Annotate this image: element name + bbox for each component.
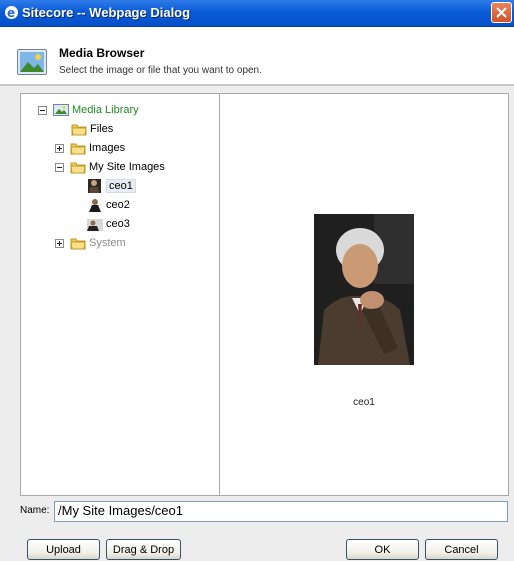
dialog-subtitle: Select the image or file that you want t… [59,65,262,76]
folder-icon [71,124,87,136]
tree-item-files[interactable]: Files [71,121,113,137]
dialog-title: Media Browser [59,46,145,60]
svg-text:e: e [7,6,15,20]
window-titlebar: e Sitecore -- Webpage Dialog [0,0,514,27]
media-preview-panel: ceo1 [219,93,509,496]
media-library-icon [53,104,69,116]
tree-item-images[interactable]: Images [55,140,125,156]
tree-item-label: My Site Images [89,161,165,173]
collapse-toggle[interactable] [38,105,47,115]
drag-drop-button[interactable]: Drag & Drop [106,539,181,560]
folder-icon [70,162,86,174]
tree-item-label: Files [90,123,114,135]
name-input[interactable]: /My Site Images/ceo1 [54,501,508,522]
tree-item-label: System [89,237,126,249]
tree-item-label: ceo2 [106,199,130,211]
window-close-button[interactable] [491,2,512,23]
window-title: Sitecore -- Webpage Dialog [22,5,191,20]
folder-icon [70,238,86,250]
tree-item-ceo1[interactable]: ceo1 [87,178,136,194]
tree-item-media-library[interactable]: Media Library [38,102,139,118]
internet-explorer-icon: e [5,6,18,20]
dialog-body: Media Library Files Images My Site Image… [0,86,514,561]
expand-toggle[interactable] [55,238,64,248]
image-thumbnail-icon [89,199,101,212]
media-tree-panel[interactable]: Media Library Files Images My Site Image… [20,93,219,496]
image-thumbnail-icon [87,219,103,231]
media-browser-icon [17,49,47,75]
preview-caption: ceo1 [353,397,375,408]
close-icon [496,7,507,18]
tree-item-system[interactable]: System [55,235,126,251]
collapse-toggle[interactable] [55,162,64,172]
tree-item-label: ceo3 [106,218,130,230]
name-field-label: Name: [20,505,50,516]
dialog-header: Media Browser Select the image or file t… [0,27,514,84]
tree-item-ceo3[interactable]: ceo3 [87,216,130,232]
tree-item-ceo2[interactable]: ceo2 [87,197,130,213]
preview-image[interactable] [314,214,414,365]
tree-item-label: ceo1 [106,179,136,193]
cancel-button[interactable]: Cancel [425,539,498,560]
expand-toggle[interactable] [55,143,64,153]
image-thumbnail-icon [88,179,101,193]
tree-item-label: Media Library [72,104,139,116]
upload-button[interactable]: Upload [27,539,100,560]
folder-icon [70,143,86,155]
tree-item-label: Images [89,142,126,154]
ok-button[interactable]: OK [346,539,419,560]
tree-item-my-site-images[interactable]: My Site Images [55,159,165,175]
